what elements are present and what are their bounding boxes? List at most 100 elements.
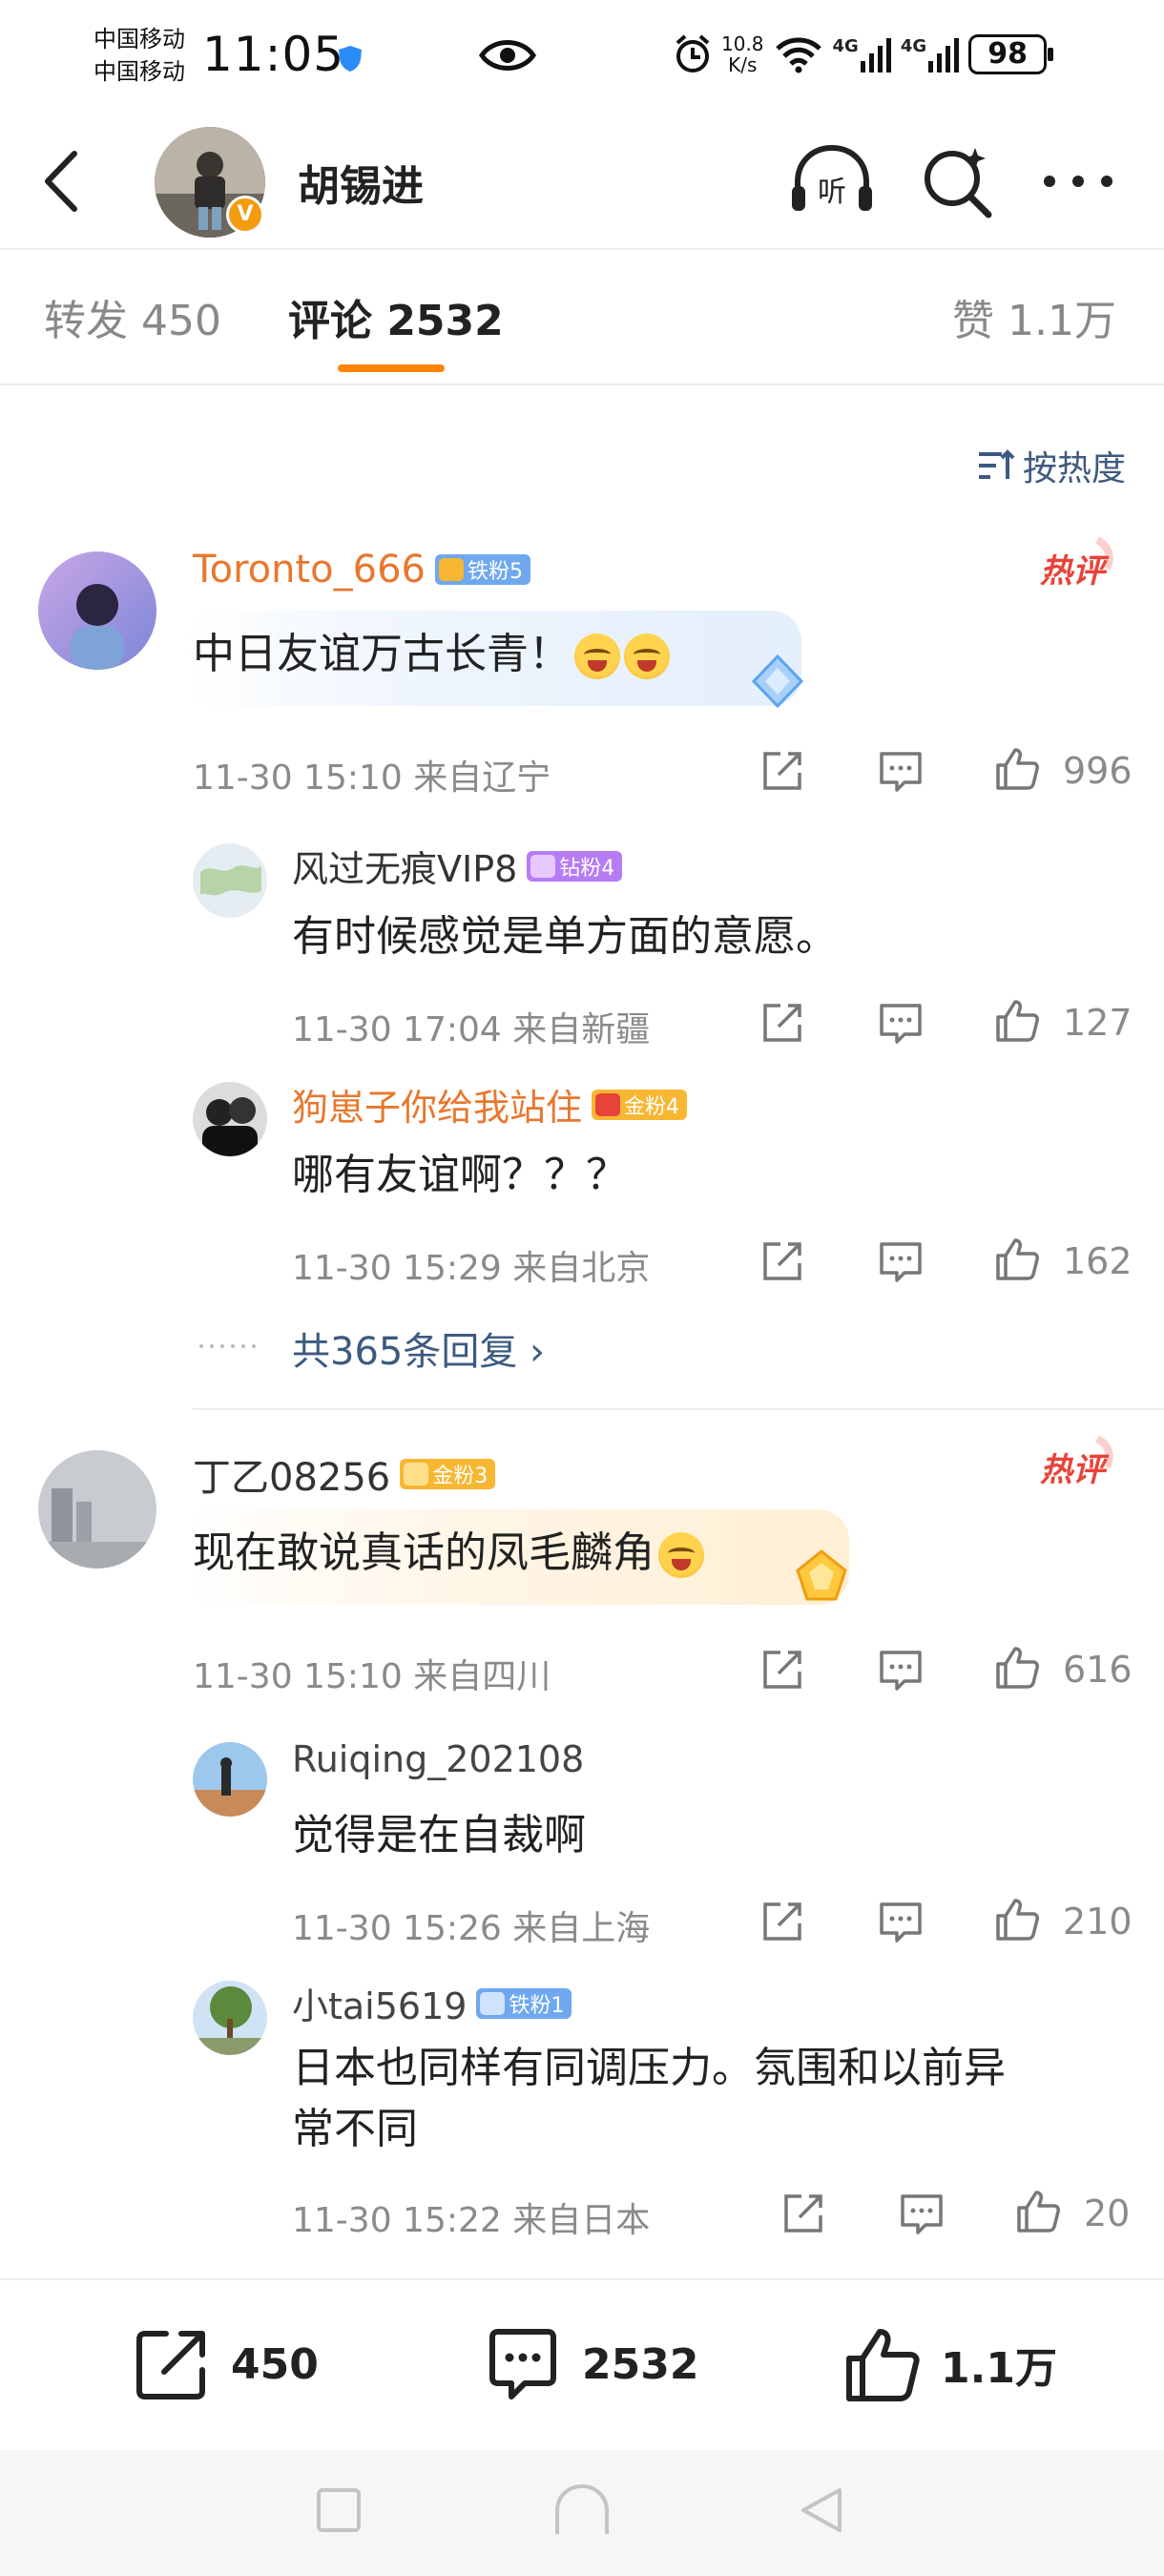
carrier-labels: 中国移动 中国移动 xyxy=(94,23,185,88)
replier-name-text: 风过无痕VIP8 xyxy=(292,848,518,890)
crying-emoji xyxy=(658,1532,704,1578)
comment-time: 11-30 15:10 xyxy=(193,1657,403,1696)
signal-bars-icon xyxy=(860,38,891,73)
reply-avatar[interactable] xyxy=(193,1082,267,1156)
avatar-photo xyxy=(38,551,156,670)
fan-badge-label: 钻粉4 xyxy=(559,856,615,881)
avatar-photo xyxy=(193,843,267,918)
bottom-action-bar: 450 2532 1.1万 xyxy=(0,2278,1164,2450)
like-count: 996 xyxy=(1063,750,1133,792)
recent-apps-icon[interactable] xyxy=(315,2486,363,2534)
system-nav-bar xyxy=(0,2450,1164,2576)
commenter-name[interactable]: 丁乙08256 金粉3 xyxy=(193,1446,496,1502)
comment-meta: 11-30 15:10 来自四川 xyxy=(193,1649,551,1698)
tab-likes[interactable]: 赞 1.1万 xyxy=(952,286,1116,347)
status-icons: 10.8 K/s 4G 4G 98 xyxy=(674,31,1054,78)
avatar-photo xyxy=(193,1981,267,2055)
like-icon[interactable] xyxy=(994,998,1040,1044)
reply-icon[interactable] xyxy=(899,2191,945,2236)
reply-meta: 11-30 17:04 来自新疆 xyxy=(292,1002,650,1051)
reply-avatar[interactable] xyxy=(193,1742,267,1817)
reply-text-line: 日本也同样有同调压力。氛围和以前异 xyxy=(292,2044,1006,2092)
repost-button[interactable]: 450 xyxy=(132,2324,319,2404)
search-icon[interactable] xyxy=(920,144,994,218)
divider xyxy=(193,1408,1164,1410)
like-icon[interactable] xyxy=(994,1897,1040,1942)
status-bar: 中国移动 中国移动 11:05 10.8 K/s 4G 4G 98 xyxy=(0,0,1164,119)
share-icon[interactable] xyxy=(759,1899,805,1944)
signal-1: 4G xyxy=(833,36,891,73)
reply-icon[interactable] xyxy=(878,1238,924,1284)
like-count: 20 xyxy=(1084,2192,1131,2234)
net-speed-value: 10.8 xyxy=(721,32,764,55)
sort-label: 按热度 xyxy=(1022,449,1126,488)
reply-avatar[interactable] xyxy=(193,843,267,918)
listen-icon[interactable]: 听 xyxy=(788,142,876,218)
share-icon[interactable] xyxy=(759,1238,805,1284)
net-speed: 10.8 K/s xyxy=(721,33,764,75)
reply-avatar[interactable] xyxy=(193,1981,267,2055)
like-icon[interactable] xyxy=(1015,2189,1061,2234)
net-speed-unit: K/s xyxy=(728,53,758,76)
share-icon[interactable] xyxy=(759,748,805,794)
diamond-icon xyxy=(480,1991,506,2015)
gold-gem-decoration-icon xyxy=(796,1549,847,1601)
like-icon[interactable] xyxy=(994,1645,1040,1691)
replier-name-text: 小tai5619 xyxy=(292,1985,468,2027)
carrier-1: 中国移动 xyxy=(94,26,185,52)
reply-icon[interactable] xyxy=(878,1647,924,1693)
comment-time: 11-30 15:10 xyxy=(193,758,403,798)
reply-icon[interactable] xyxy=(878,748,924,794)
like-icon[interactable] xyxy=(994,1236,1040,1282)
reply-time: 11-30 15:26 xyxy=(292,1909,502,1948)
fan-badge-label: 铁粉5 xyxy=(468,560,524,584)
hot-comment-icon: 热评 xyxy=(1040,536,1113,591)
reply-location: 来自新疆 xyxy=(512,1010,651,1049)
replier-name[interactable]: 小tai5619 铁粉1 xyxy=(292,1977,572,2029)
reply-location: 来自北京 xyxy=(512,1249,651,1288)
divider xyxy=(0,384,1164,385)
like-button[interactable]: 1.1万 xyxy=(842,2324,1057,2404)
repost-count: 450 xyxy=(231,2339,319,2389)
commenter-name[interactable]: Toronto_666 铁粉5 xyxy=(193,548,531,592)
share-icon[interactable] xyxy=(780,2191,826,2236)
active-tab-indicator xyxy=(338,364,445,372)
share-icon[interactable] xyxy=(759,1000,805,1046)
fan-badge-label: 金粉3 xyxy=(432,1465,488,1488)
reply-icon[interactable] xyxy=(878,1000,924,1046)
more-icon[interactable] xyxy=(1040,167,1116,196)
comment-icon xyxy=(489,2329,556,2399)
tab-comments[interactable]: 评论 2532 xyxy=(288,286,504,347)
home-icon[interactable] xyxy=(551,2483,613,2536)
back-nav-icon[interactable] xyxy=(798,2486,845,2534)
fan-badge-label: 铁粉1 xyxy=(509,1993,565,2018)
sort-button[interactable]: 按热度 xyxy=(977,441,1126,490)
reply-icon[interactable] xyxy=(878,1899,924,1944)
fan-badge-label: 金粉4 xyxy=(624,1094,680,1119)
signal-bars-icon xyxy=(928,38,960,73)
page-title: 胡锡进 xyxy=(298,162,424,211)
eye-icon xyxy=(479,40,536,71)
like-count: 210 xyxy=(1063,1901,1133,1942)
reply-time: 11-30 15:29 xyxy=(292,1249,502,1288)
alarm-icon xyxy=(676,34,710,73)
replier-name-text: Ruiqing_202108 xyxy=(292,1738,585,1780)
avatar-photo xyxy=(38,1450,156,1568)
shield-icon xyxy=(339,46,362,72)
replier-name-text: 狗崽子你给我站住 xyxy=(292,1087,583,1129)
comment-avatar[interactable] xyxy=(38,1450,156,1568)
tab-reposts[interactable]: 转发 450 xyxy=(44,286,221,347)
dotted-line-decoration xyxy=(199,1344,256,1348)
share-icon[interactable] xyxy=(759,1647,805,1693)
comment-avatar[interactable] xyxy=(38,551,156,670)
replier-name[interactable]: 风过无痕VIP8 钻粉4 xyxy=(292,840,623,892)
like-icon[interactable] xyxy=(994,746,1040,792)
carrier-2: 中国移动 xyxy=(94,58,185,85)
reply-meta: 11-30 15:22 来自日本 xyxy=(292,2192,650,2242)
back-arrow-icon[interactable] xyxy=(38,148,86,215)
comment-button[interactable]: 2532 xyxy=(483,2324,698,2404)
view-replies-link[interactable]: 共365条回复 › xyxy=(292,1320,545,1376)
replier-name[interactable]: 狗崽子你给我站住 金粉4 xyxy=(292,1078,688,1131)
replier-name[interactable]: Ruiqing_202108 xyxy=(292,1738,584,1780)
gem-icon xyxy=(404,1463,429,1485)
